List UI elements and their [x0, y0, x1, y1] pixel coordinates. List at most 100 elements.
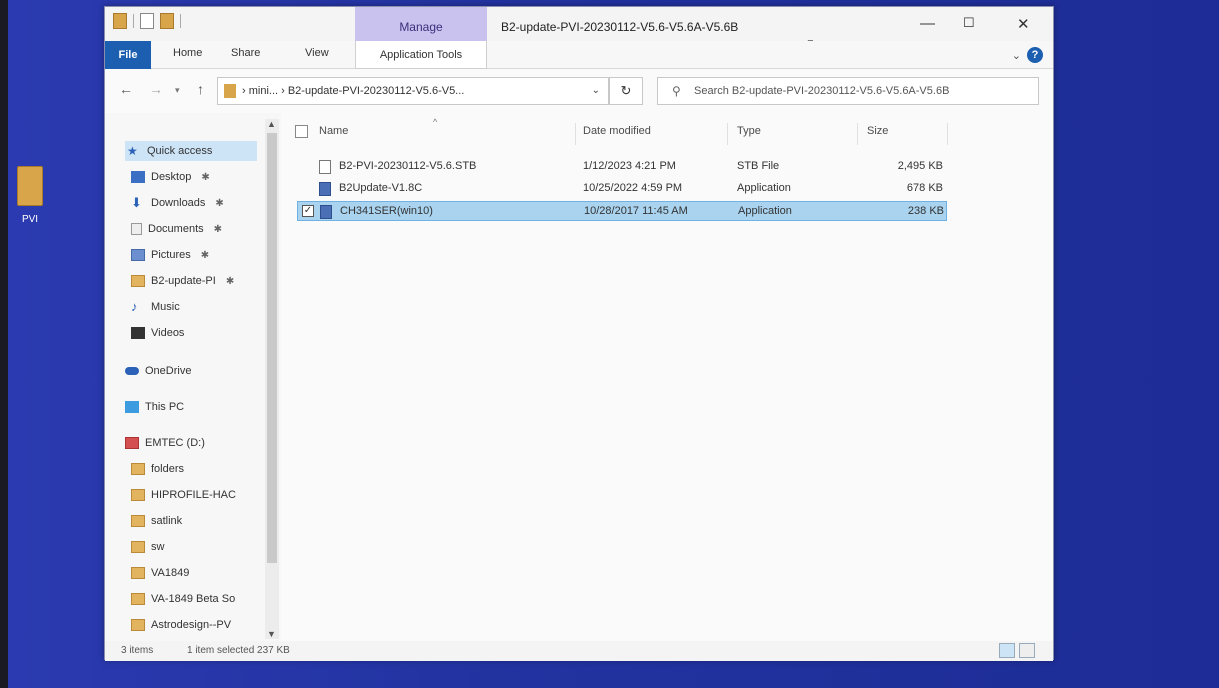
search-input[interactable]: ⚲ Search B2-update-PVI-20230112-V5.6-V5.…: [657, 77, 1039, 105]
address-bar[interactable]: › mini... › B2-update-PVI-20230112-V5.6-…: [217, 77, 609, 105]
address-row: ← → ▾ ↑ › mini... › B2-update-PVI-202301…: [105, 73, 1053, 109]
folder-icon: [113, 13, 127, 29]
nav-item-va-1849-beta[interactable]: VA-1849 Beta So: [131, 589, 235, 609]
file-type: STB File: [737, 160, 780, 172]
nav-scrollbar[interactable]: ▲ ▼: [265, 119, 279, 639]
file-type: Application: [737, 182, 791, 194]
title-bar: Manage B2-update-PVI-20230112-V5.6-V5.6A…: [105, 7, 1053, 55]
refresh-icon[interactable]: ↻: [609, 77, 643, 105]
cloud-icon: [125, 367, 139, 375]
file-row[interactable]: B2-PVI-20230112-V5.6.STB 1/12/2023 4:21 …: [297, 157, 947, 177]
nav-item-onedrive[interactable]: OneDrive: [125, 361, 191, 381]
folder-icon: [131, 463, 145, 475]
picture-icon: [131, 249, 145, 261]
folder-icon: [131, 593, 145, 605]
scroll-down-arrow-icon[interactable]: ▼: [267, 629, 276, 639]
nav-item-desktop[interactable]: Desktop ✱: [131, 167, 210, 187]
desktop-icon-label: PVI: [21, 214, 39, 225]
help-icon[interactable]: ?: [1027, 47, 1043, 63]
file-date: 10/28/2017 11:45 AM: [584, 205, 688, 217]
column-header-name[interactable]: Name: [319, 125, 348, 137]
pin-icon: ✱: [213, 223, 223, 235]
folder-icon: [131, 489, 145, 501]
large-icons-view-icon[interactable]: [1019, 643, 1035, 658]
select-all-checkbox[interactable]: [295, 125, 308, 138]
minimize-button[interactable]: —: [920, 15, 935, 32]
pin-icon: ✱: [215, 197, 224, 209]
nav-item-emtec-drive[interactable]: EMTEC (D:): [125, 433, 205, 453]
scroll-up-arrow-icon[interactable]: ▲: [267, 119, 276, 129]
maximize-button[interactable]: ☐: [963, 15, 975, 31]
nav-item-satlink[interactable]: satlink: [131, 511, 182, 531]
back-arrow-icon[interactable]: ←: [119, 81, 133, 97]
column-header-type[interactable]: Type: [737, 125, 761, 137]
file-size: 2,495 KB: [897, 160, 943, 172]
file-name: CH341SER(win10): [340, 205, 433, 217]
recent-locations-chevron-icon[interactable]: ▾: [175, 85, 180, 96]
nav-item-pictures[interactable]: Pictures ✱: [131, 245, 209, 265]
nav-item-sw[interactable]: sw: [131, 537, 164, 557]
nav-item-astrodesign[interactable]: Astrodesign--PV: [131, 615, 231, 635]
column-header-date-modified[interactable]: Date modified: [583, 125, 651, 137]
folder-icon: [131, 567, 145, 579]
properties-icon[interactable]: [140, 13, 154, 29]
photo-bezel: [0, 0, 8, 688]
computer-icon: [125, 401, 139, 413]
drive-icon: [125, 437, 139, 449]
file-size: 238 KB: [907, 205, 944, 217]
tab-application-tools[interactable]: Application Tools: [355, 41, 487, 69]
nav-quick-access[interactable]: ★ Quick access: [125, 141, 257, 161]
row-checkbox-checked[interactable]: ✓: [302, 205, 314, 217]
selection-info: 1 item selected 237 KB: [187, 645, 290, 656]
pin-icon: ✱: [225, 275, 235, 287]
manage-context-tab[interactable]: Manage: [355, 7, 487, 41]
navigation-pane: ★ Quick access Desktop ✱ ⬇ Downloads ✱ Doc…: [105, 113, 281, 641]
tab-file[interactable]: File: [105, 41, 151, 69]
details-view-icon[interactable]: [999, 643, 1015, 658]
document-icon: [131, 223, 142, 235]
document-icon: [319, 160, 331, 174]
pin-icon: ✱: [200, 249, 210, 261]
nav-item-this-pc[interactable]: This PC: [125, 397, 184, 417]
address-path: › mini... › B2-update-PVI-20230112-V5.6-…: [242, 85, 465, 97]
download-icon: ⬇: [131, 195, 142, 210]
file-type: Application: [738, 205, 792, 217]
new-folder-icon[interactable]: [160, 13, 174, 29]
file-name: B2-PVI-20230112-V5.6.STB: [339, 160, 477, 172]
file-row[interactable]: B2Update-V1.8C 10/25/2022 4:59 PM Applic…: [297, 179, 947, 199]
nav-item-folders[interactable]: folders: [131, 459, 184, 479]
scrollbar-thumb[interactable]: [267, 133, 277, 563]
file-size: 678 KB: [906, 182, 943, 194]
forward-arrow-icon[interactable]: →: [149, 81, 163, 97]
up-arrow-icon[interactable]: ↑: [197, 81, 204, 97]
close-button[interactable]: ✕: [1017, 15, 1030, 33]
desktop-folder-shortcut[interactable]: PVI: [12, 166, 48, 225]
folder-icon: [224, 84, 236, 99]
search-icon: ⚲: [672, 84, 681, 98]
expand-ribbon-chevron-icon[interactable]: ⌄: [1012, 49, 1021, 62]
nav-item-videos[interactable]: Videos: [131, 323, 184, 343]
nav-item-music[interactable]: ♪ Music: [131, 297, 180, 317]
column-header-size[interactable]: Size: [867, 125, 888, 137]
pin-icon: ✱: [201, 171, 210, 183]
nav-item-documents[interactable]: Documents ✱: [131, 219, 222, 239]
status-bar: 3 items 1 item selected 237 KB: [105, 641, 1053, 661]
file-name: B2Update-V1.8C: [339, 182, 423, 194]
video-icon: [131, 327, 145, 339]
folder-icon: [131, 515, 145, 527]
desktop-icon: [131, 171, 145, 183]
tab-home[interactable]: Home: [173, 47, 202, 59]
nav-item-va1849[interactable]: VA1849: [131, 563, 189, 583]
file-explorer-window: Manage B2-update-PVI-20230112-V5.6-V5.6A…: [104, 6, 1054, 661]
tab-share[interactable]: Share: [231, 47, 260, 59]
item-count: 3 items: [121, 645, 154, 656]
window-title: B2-update-PVI-20230112-V5.6-V5.6A-V5.6B: [501, 20, 739, 34]
tab-view[interactable]: View: [305, 47, 329, 59]
nav-item-b2-update[interactable]: B2-update-PI ✱: [131, 271, 234, 291]
nav-item-downloads[interactable]: ⬇ Downloads ✱: [131, 193, 224, 213]
address-dropdown-chevron-icon[interactable]: ⌄: [592, 78, 600, 104]
folder-icon: [131, 275, 145, 287]
nav-item-hiprofile[interactable]: HIPROFILE-HAC: [131, 485, 236, 505]
folder-icon: [131, 541, 145, 553]
file-row-selected[interactable]: ✓ CH341SER(win10) 10/28/2017 11:45 AM Ap…: [297, 201, 947, 221]
